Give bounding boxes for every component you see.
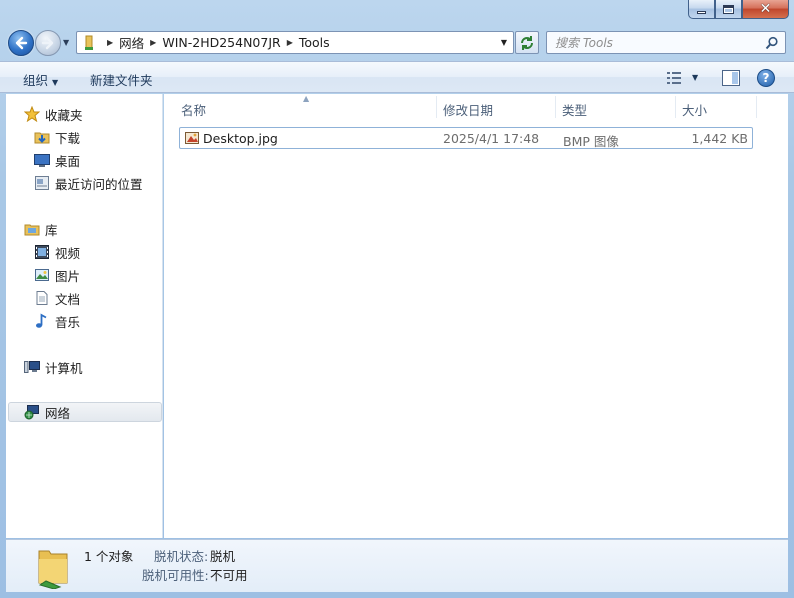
sidebar-item-label: 库 — [45, 222, 58, 238]
sidebar-item-documents[interactable]: 文档 — [6, 288, 80, 308]
column-divider[interactable] — [756, 96, 757, 118]
library-icon — [24, 224, 40, 236]
music-library-icon — [36, 313, 47, 328]
sidebar-item-network[interactable]: 网络 — [8, 402, 162, 422]
video-library-icon — [35, 245, 49, 259]
file-name: Desktop.jpg — [203, 131, 278, 146]
forward-arrow-icon — [41, 36, 54, 50]
preview-pane-icon[interactable] — [722, 70, 740, 86]
image-file-icon — [185, 132, 199, 144]
view-options-icon[interactable] — [667, 71, 683, 85]
sidebar-item-desktop[interactable]: 桌面 — [6, 150, 80, 170]
computer-icon — [24, 361, 40, 373]
file-date: 2025/4/1 17:48 — [443, 131, 540, 146]
breadcrumb-host[interactable]: WIN-2HD254N07JR — [162, 35, 280, 50]
sidebar-item-favorites[interactable]: 收藏夹 — [6, 104, 83, 124]
column-header-name[interactable]: 名称 — [181, 100, 206, 122]
download-folder-icon — [34, 132, 50, 144]
file-list-pane: ▲ 名称 修改日期 类型 大小 Desktop.jpg 2025/4/1 17:… — [164, 94, 788, 538]
file-type: BMP 图像 — [563, 134, 619, 149]
close-icon: ✕ — [759, 1, 772, 17]
back-arrow-icon — [15, 36, 28, 50]
sidebar-item-videos[interactable]: 视频 — [6, 242, 80, 262]
address-bar[interactable]: ▶ 网络 ▶ WIN-2HD254N07JR ▶ Tools ▼ — [76, 31, 514, 54]
search-icon[interactable] — [765, 36, 779, 50]
network-folder-icon — [85, 35, 93, 50]
view-dropdown-icon[interactable]: ▼ — [692, 73, 698, 82]
command-bar: 组织 ▼ 新建文件夹 ▼ ? — [0, 61, 794, 93]
object-count: 1 个对象 — [84, 549, 134, 564]
search-input[interactable] — [555, 35, 755, 50]
address-dropdown-icon[interactable]: ▼ — [501, 38, 507, 47]
search-box[interactable] — [546, 31, 786, 54]
sidebar-item-label: 图片 — [55, 268, 81, 284]
desktop-icon — [34, 154, 50, 167]
column-divider[interactable] — [436, 96, 437, 118]
new-folder-button[interactable]: 新建文件夹 — [90, 70, 153, 89]
sidebar-item-computer[interactable]: 计算机 — [6, 357, 83, 377]
sidebar-item-music[interactable]: 音乐 — [6, 311, 80, 331]
sidebar-item-libraries[interactable]: 库 — [6, 219, 58, 239]
breadcrumb-separator-icon[interactable]: ▶ — [287, 38, 293, 47]
refresh-icon — [521, 35, 533, 50]
sidebar-item-label: 下载 — [55, 130, 81, 146]
sidebar-item-label: 视频 — [55, 245, 81, 261]
caption-buttons: ✕ — [688, 0, 789, 20]
navigation-pane: 收藏夹 下载 桌面 最近访问的位置 库 视频 图片 文档 音乐 计算机 网络 — [6, 94, 163, 538]
column-header-type[interactable]: 类型 — [562, 100, 587, 122]
column-header-date[interactable]: 修改日期 — [443, 100, 493, 122]
star-icon — [24, 106, 40, 122]
help-icon[interactable]: ? — [757, 69, 775, 87]
offline-availability-value: 不可用 — [210, 568, 248, 583]
minimize-icon — [697, 10, 706, 14]
sidebar-item-downloads[interactable]: 下载 — [6, 127, 80, 147]
file-size: 1,442 KB — [691, 131, 748, 146]
recent-pages-dropdown-icon[interactable]: ▼ — [63, 38, 69, 47]
column-divider[interactable] — [675, 96, 676, 118]
close-button[interactable]: ✕ — [742, 0, 789, 19]
sidebar-item-pictures[interactable]: 图片 — [6, 265, 80, 285]
sidebar-item-label: 最近访问的位置 — [55, 176, 143, 192]
offline-folder-icon — [38, 550, 68, 589]
minimize-button[interactable] — [688, 0, 715, 19]
column-divider[interactable] — [555, 96, 556, 118]
breadcrumb-separator-icon[interactable]: ▶ — [107, 38, 113, 47]
sort-ascending-icon: ▲ — [303, 94, 310, 103]
details-pane: 1 个对象 脱机状态: 脱机 脱机可用性: 不可用 — [6, 539, 788, 592]
refresh-button[interactable] — [515, 31, 539, 54]
table-row[interactable]: Desktop.jpg 2025/4/1 17:48 BMP 图像 1,442 … — [179, 127, 753, 149]
back-button[interactable] — [8, 30, 34, 56]
maximize-icon — [723, 4, 734, 14]
sidebar-item-label: 计算机 — [45, 360, 83, 376]
offline-status-value: 脱机 — [210, 549, 236, 564]
documents-library-icon — [36, 291, 48, 305]
maximize-button[interactable] — [715, 0, 742, 19]
help-glyph: ? — [762, 71, 770, 85]
sidebar-item-label: 音乐 — [55, 314, 81, 330]
recent-places-icon — [35, 176, 49, 190]
sidebar-item-label: 网络 — [45, 405, 71, 421]
sidebar-item-recent-places[interactable]: 最近访问的位置 — [6, 173, 143, 193]
offline-status-label: 脱机状态: — [154, 549, 209, 564]
sidebar-item-label: 桌面 — [55, 153, 81, 169]
sidebar-item-label: 文档 — [55, 291, 81, 307]
breadcrumb-network[interactable]: 网络 — [119, 33, 144, 52]
organize-dropdown-icon: ▼ — [52, 78, 59, 87]
sidebar-item-label: 收藏夹 — [45, 107, 83, 123]
pictures-library-icon — [35, 269, 49, 281]
forward-button[interactable] — [35, 30, 61, 56]
column-header-size[interactable]: 大小 — [682, 100, 707, 122]
breadcrumb-separator-icon[interactable]: ▶ — [150, 38, 156, 47]
organize-label: 组织 — [23, 73, 49, 88]
breadcrumb-tools[interactable]: Tools — [299, 35, 330, 50]
network-icon — [24, 405, 39, 420]
offline-availability-label: 脱机可用性: — [142, 568, 209, 583]
organize-button[interactable]: 组织 ▼ — [23, 70, 58, 89]
